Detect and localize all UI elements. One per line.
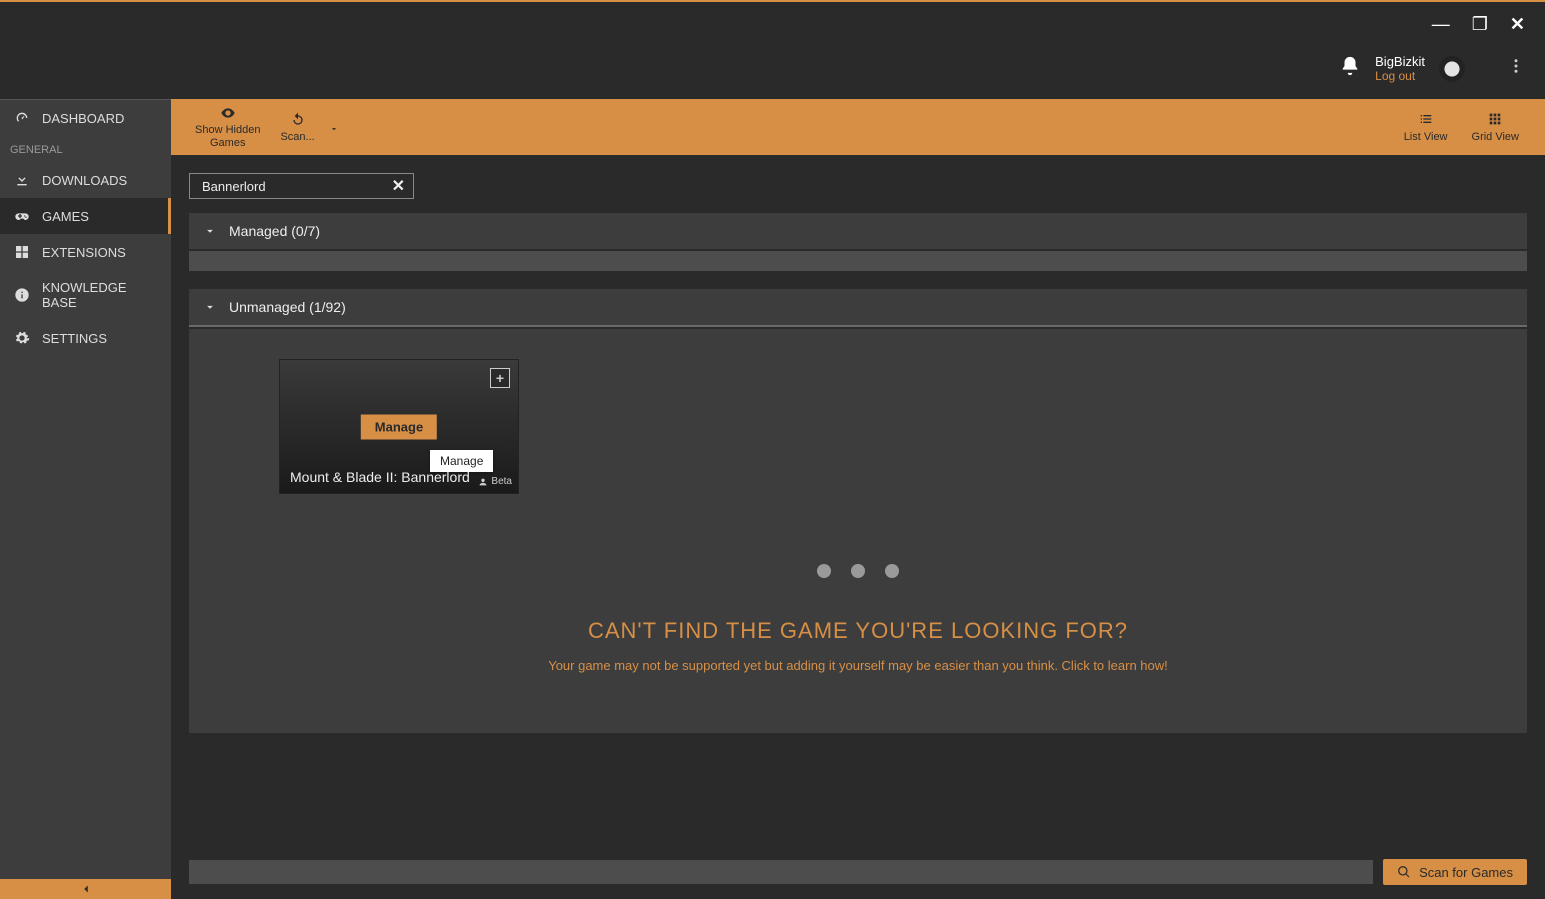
chevron-left-icon [79,882,93,896]
clear-search-icon[interactable]: ✕ [392,176,405,196]
loading-dots [209,564,1507,578]
sidebar-label: GAMES [42,209,89,224]
sidebar-label: KNOWLEDGE BASE [42,280,157,310]
avatar[interactable] [1439,56,1465,82]
sidebar-label: SETTINGS [42,331,107,346]
divider [189,325,1527,327]
extensions-icon [14,244,30,260]
app-window: — ❐ ✕ BigBizkit Log out DASHBOARD GENE [0,0,1545,899]
beta-badge: Beta [478,476,512,487]
sidebar-label: DASHBOARD [42,111,124,126]
discovered-games-bar [189,860,1373,884]
gear-icon [14,330,30,346]
help-subtitle-link[interactable]: Your game may not be supported yet but a… [209,658,1507,673]
sidebar-item-knowledge-base[interactable]: KNOWLEDGE BASE [0,270,171,320]
gamepad-icon [14,208,30,224]
section-unmanaged-body: + Manage Manage Mount & Blade II: Banner… [189,329,1527,524]
logout-link[interactable]: Log out [1375,69,1415,83]
maximize-button[interactable]: ❐ [1472,14,1488,35]
scan-button[interactable]: Scan... [270,108,338,147]
sidebar-item-games[interactable]: GAMES [0,198,171,234]
titlebar: — ❐ ✕ BigBizkit Log out [0,2,1545,99]
user-area: BigBizkit Log out [1339,54,1465,83]
button-label: Scan for Games [1419,865,1513,880]
sidebar-label: EXTENSIONS [42,245,126,260]
grid-view-button[interactable]: Grid View [1460,107,1531,147]
help-block: Can't find the game you're looking for? … [189,524,1527,733]
content: ✕ Managed (0/7) Unmanaged (1/92) + [171,155,1545,845]
user-block[interactable]: BigBizkit Log out [1375,54,1425,83]
download-icon [14,172,30,188]
search-box[interactable]: ✕ [189,173,414,199]
caret-down-icon[interactable] [329,124,339,147]
body: DASHBOARD GENERAL DOWNLOADS GAMES EXTENS… [0,99,1545,899]
gauge-icon [14,110,30,126]
section-title: Managed (0/7) [229,223,320,239]
person-icon [478,477,488,487]
scan-for-games-button[interactable]: Scan for Games [1383,859,1527,885]
list-view-button[interactable]: List View [1392,107,1460,147]
kebab-menu-icon[interactable] [1507,57,1525,80]
section-managed-header[interactable]: Managed (0/7) [189,213,1527,249]
notifications-icon[interactable] [1339,55,1361,82]
list-icon [1418,111,1434,127]
game-title: Mount & Blade II: Bannerlord [290,469,470,485]
chevron-down-icon [203,224,217,238]
game-card[interactable]: + Manage Manage Mount & Blade II: Banner… [279,359,519,494]
sidebar-collapse-button[interactable] [0,879,171,899]
section-title: Unmanaged (1/92) [229,299,346,315]
help-title: Can't find the game you're looking for? [209,618,1507,644]
show-hidden-games-button[interactable]: Show Hidden Games [185,101,270,152]
bottom-bar: Scan for Games [171,845,1545,899]
eye-icon [220,105,236,121]
close-button[interactable]: ✕ [1510,14,1525,35]
section-unmanaged-header[interactable]: Unmanaged (1/92) [189,289,1527,325]
toolbar: Show Hidden Games Scan... List View [171,99,1545,155]
sidebar-item-downloads[interactable]: DOWNLOADS [0,162,171,198]
toolbar-label: Show Hidden Games [195,124,260,148]
sidebar-item-dashboard[interactable]: DASHBOARD [0,100,171,136]
search-input[interactable] [198,177,392,196]
manage-button[interactable]: Manage [361,414,437,439]
section-managed-body [189,251,1527,271]
search-icon [1397,865,1411,879]
add-game-icon[interactable]: + [490,368,510,388]
main: Show Hidden Games Scan... List View [171,99,1545,899]
grid-icon [1487,111,1503,127]
toolbar-right: List View Grid View [1392,107,1531,147]
sidebar-item-settings[interactable]: SETTINGS [0,320,171,356]
sidebar: DASHBOARD GENERAL DOWNLOADS GAMES EXTENS… [0,99,171,899]
chevron-down-icon [203,300,217,314]
refresh-icon [290,112,306,128]
sidebar-item-extensions[interactable]: EXTENSIONS [0,234,171,270]
sidebar-section-general: GENERAL [0,136,171,162]
minimize-button[interactable]: — [1432,14,1450,35]
toolbar-label: Grid View [1472,131,1519,143]
sidebar-label: DOWNLOADS [42,173,127,188]
window-controls: — ❐ ✕ [1432,14,1525,35]
toolbar-label: Scan... [280,131,314,143]
toolbar-label: List View [1404,131,1448,143]
info-icon [14,287,30,303]
user-name: BigBizkit [1375,54,1425,69]
